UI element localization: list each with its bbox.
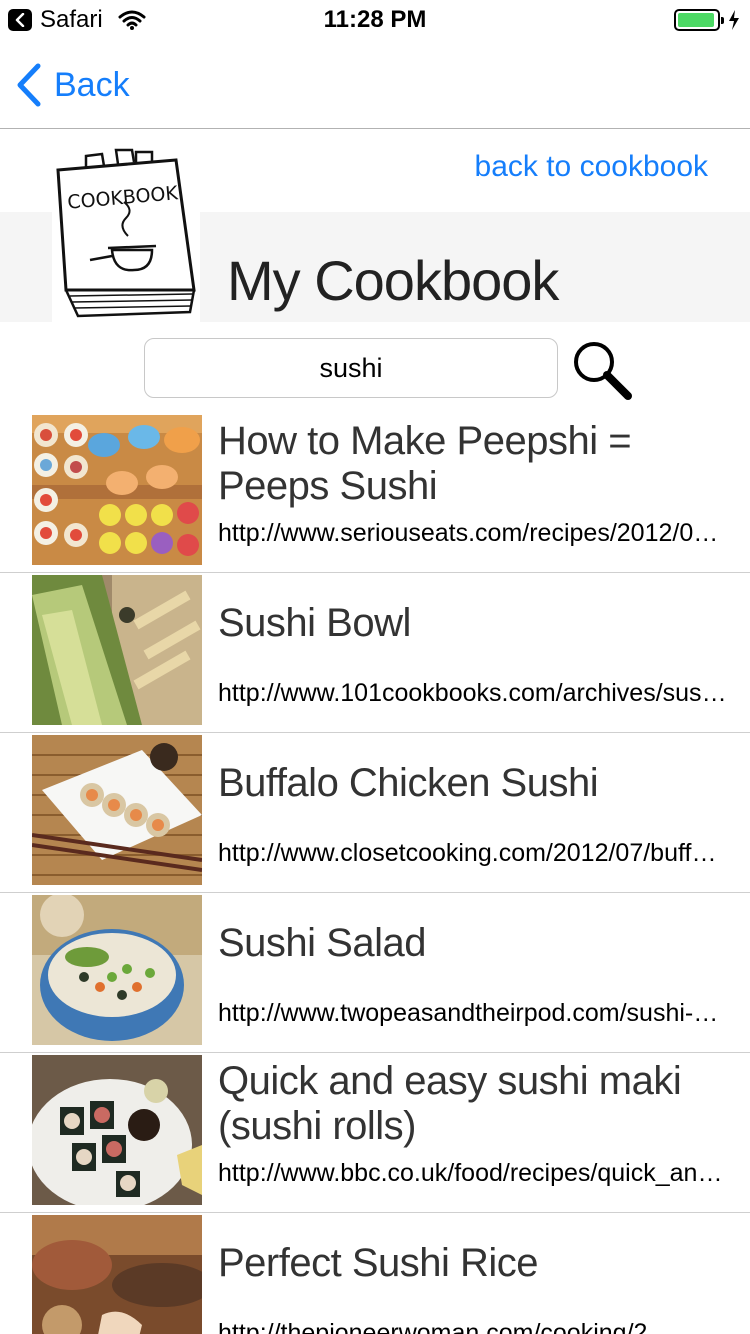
recipe-thumbnail [32, 1215, 202, 1334]
result-row[interactable]: Quick and easy sushi maki (sushi rolls) … [0, 1053, 750, 1213]
battery-icon [674, 9, 724, 31]
recipe-url: http://www.closetcooking.com/2012/07/buf… [218, 839, 730, 867]
back-to-cookbook-link[interactable]: back to cookbook [475, 150, 708, 184]
result-row[interactable]: Buffalo Chicken Sushi http://www.closetc… [0, 733, 750, 893]
back-button[interactable]: Back [16, 62, 130, 108]
recipe-url: http://www.101cookbooks.com/archives/sus… [218, 679, 730, 707]
cookbook-logo: COOKBOOK [52, 140, 200, 322]
status-time: 11:28 PM [323, 6, 427, 33]
magnifying-glass-icon [574, 342, 632, 400]
back-button-label: Back [54, 65, 130, 104]
recipe-url: http://www.twopeasandtheirpod.com/sushi-… [218, 999, 730, 1027]
search-button[interactable] [570, 338, 634, 402]
recipe-thumbnail [32, 895, 202, 1045]
recipe-thumbnail [32, 1055, 202, 1205]
recipe-title: Perfect Sushi Rice [218, 1241, 539, 1285]
navigation-bar: Back [0, 40, 750, 129]
recipe-title: Buffalo Chicken Sushi [218, 761, 599, 805]
recipe-thumbnail [32, 415, 202, 565]
recipe-title: Quick and easy sushi maki (sushi rolls) [218, 1059, 682, 1148]
page-header: COOKBOOK back to cookbook My Cookbook [0, 130, 750, 322]
chevron-left-icon [17, 63, 41, 107]
recipe-title: How to Make Peepshi = Peeps Sushi [218, 419, 632, 508]
result-row[interactable]: Perfect Sushi Rice http://thepioneerwoma… [0, 1213, 750, 1334]
result-row[interactable]: How to Make Peepshi = Peeps Sushi http:/… [0, 413, 750, 573]
recipe-thumbnail [32, 575, 202, 725]
status-bar: Safari 11:28 PM [0, 0, 750, 40]
recipe-url: http://www.bbc.co.uk/food/recipes/quick_… [218, 1159, 730, 1187]
results-list: How to Make Peepshi = Peeps Sushi http:/… [0, 413, 750, 1334]
search-input[interactable] [144, 338, 558, 398]
recipe-title: Sushi Bowl [218, 601, 411, 645]
recipe-url: http://www.seriouseats.com/recipes/2012/… [218, 519, 730, 547]
charging-bolt-icon [727, 9, 741, 36]
recipe-url: http://thepioneerwoman.com/cooking/2... [218, 1319, 669, 1334]
result-row[interactable]: Sushi Salad http://www.twopeasandtheirpo… [0, 893, 750, 1053]
page-title: My Cookbook [227, 249, 559, 312]
recipe-title: Sushi Salad [218, 921, 426, 965]
result-row[interactable]: Sushi Bowl http://www.101cookbooks.com/a… [0, 573, 750, 733]
recipe-thumbnail [32, 735, 202, 885]
